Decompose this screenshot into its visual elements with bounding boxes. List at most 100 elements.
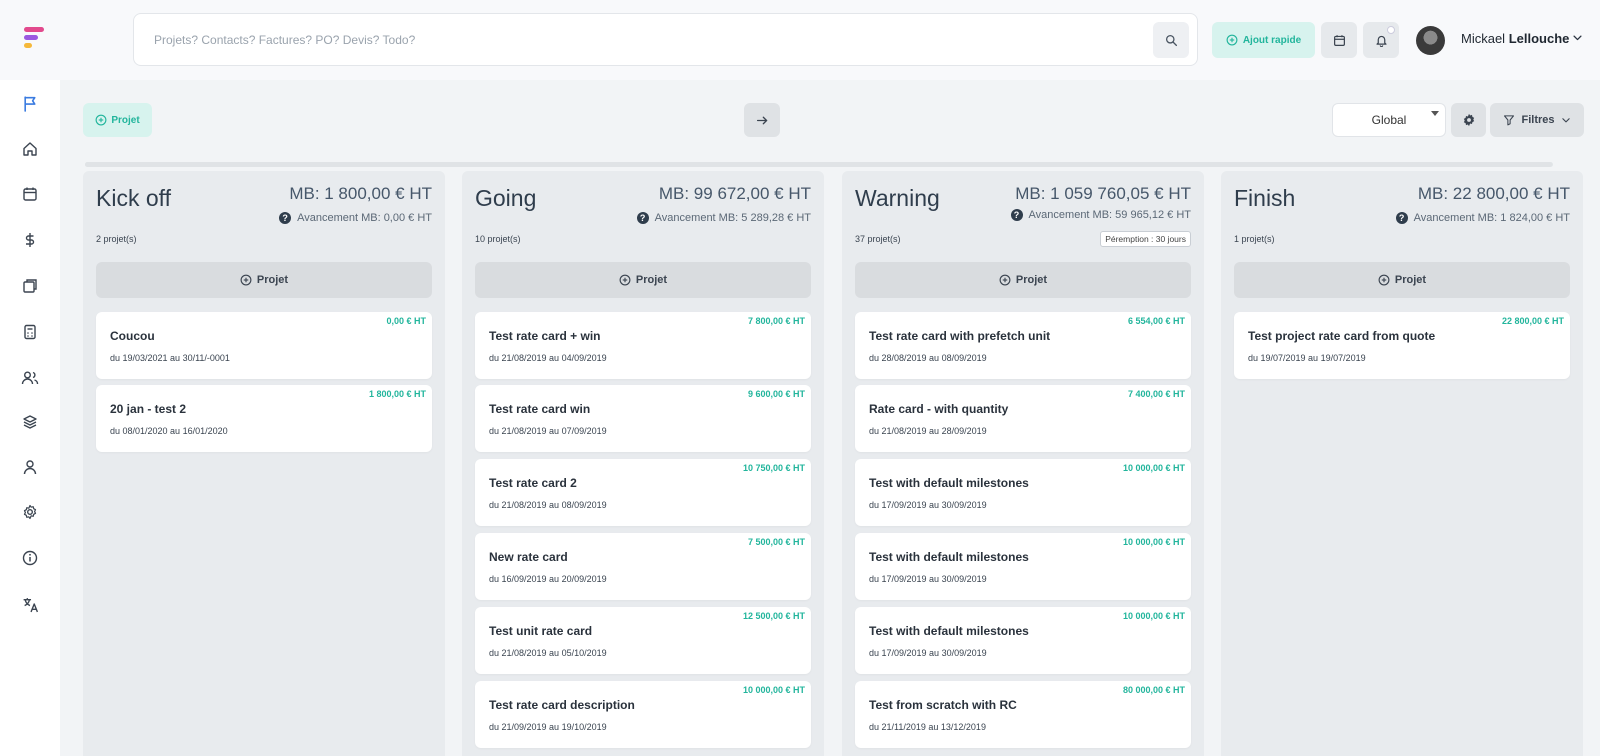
sidebar-item-contacts[interactable] <box>19 367 41 389</box>
users-icon <box>21 371 39 385</box>
scrollbar-thumb[interactable] <box>85 162 1552 167</box>
filters-button[interactable]: Filtres <box>1490 103 1584 137</box>
project-card[interactable]: 10 000,00 € HT Test rate card descriptio… <box>475 681 811 748</box>
column-add-project-button[interactable]: Projet <box>1234 262 1570 298</box>
project-card[interactable]: 7 400,00 € HT Rate card - with quantity … <box>855 385 1191 452</box>
card-amount: 10 000,00 € HT <box>1122 611 1185 621</box>
project-card[interactable]: 0,00 € HT Coucou du 19/03/2021 au 30/11/… <box>96 312 432 379</box>
sidebar-item-home[interactable] <box>19 138 41 160</box>
sidebar-item-language[interactable] <box>19 593 41 615</box>
project-card[interactable]: 7 800,00 € HT Test rate card + win du 21… <box>475 312 811 379</box>
project-card[interactable]: 80 000,00 € HT Test from scratch with RC… <box>855 681 1191 748</box>
help-icon[interactable]: ? <box>1010 209 1023 221</box>
sidebar-item-finance[interactable] <box>19 229 41 251</box>
card-amount: 9 600,00 € HT <box>747 389 805 399</box>
layers-icon <box>23 415 37 429</box>
user-name[interactable]: Mickael Lellouche <box>1461 31 1569 46</box>
sidebar-item-accounting[interactable] <box>19 321 41 343</box>
search-icon <box>1165 34 1177 46</box>
sidebar-item-settings[interactable] <box>19 501 41 523</box>
avancement-text: Avancement MB: 59 965,12 € HT <box>1028 209 1191 221</box>
card-dates: du 21/08/2019 au 07/09/2019 <box>489 426 607 436</box>
column-kick-off: Kick off MB: 1 800,00 € HT ? Avancement M… <box>83 171 445 756</box>
quick-add-button[interactable]: Ajout rapide <box>1212 22 1315 58</box>
column-warning: Warning MB: 1 059 760,05 € HT ? Avancemen… <box>842 171 1204 756</box>
card-dates: du 28/08/2019 au 08/09/2019 <box>869 353 987 363</box>
project-card[interactable]: 6 554,00 € HT Test rate card with prefet… <box>855 312 1191 379</box>
project-card[interactable]: 10 750,00 € HT Test rate card 2 du 21/08… <box>475 459 811 526</box>
board-settings-button[interactable] <box>1451 103 1486 137</box>
column-mb: MB: 22 800,00 € HT <box>1417 184 1570 203</box>
project-card[interactable]: 9 600,00 € HT Test rate card win du 21/0… <box>475 385 811 452</box>
card-name: 20 jan - test 2 <box>110 402 187 416</box>
column-count: 10 projet(s) <box>475 234 521 244</box>
card-name: Test with default milestones <box>869 550 1029 564</box>
column-mb: MB: 99 672,00 € HT <box>658 184 811 203</box>
plus-circle-icon <box>999 274 1011 286</box>
sidebar-item-info[interactable] <box>19 547 41 569</box>
sidebar-item-profile[interactable] <box>19 456 41 478</box>
global-search <box>133 13 1198 66</box>
project-card[interactable]: 10 000,00 € HT Test with default milesto… <box>855 607 1191 674</box>
card-name: Rate card - with quantity <box>869 402 1009 416</box>
translate-icon <box>23 597 38 612</box>
calendar-button[interactable] <box>1321 22 1357 58</box>
app-logo[interactable] <box>24 27 44 49</box>
project-card[interactable]: 1 800,00 € HT 20 jan - test 2 du 08/01/2… <box>96 385 432 452</box>
card-name: Test project rate card from quote <box>1248 329 1436 343</box>
user-icon <box>23 460 37 475</box>
horizontal-scrollbar[interactable] <box>85 162 1553 167</box>
folders-icon <box>23 279 37 293</box>
sidebar-item-documents[interactable] <box>19 275 41 297</box>
user-first-name: Mickael <box>1461 31 1506 46</box>
card-amount: 10 000,00 € HT <box>1122 463 1185 473</box>
search-button[interactable] <box>1153 22 1189 58</box>
add-project-button[interactable]: Projet <box>83 103 152 137</box>
card-dates: du 21/08/2019 au 28/09/2019 <box>869 426 987 436</box>
help-icon[interactable]: ? <box>1395 212 1408 224</box>
search-input[interactable] <box>154 28 1114 52</box>
project-card[interactable]: 22 800,00 € HT Test project rate card fr… <box>1234 312 1570 379</box>
card-dates: du 19/03/2021 au 30/11/-0001 <box>110 353 230 363</box>
plus-circle-icon <box>1378 274 1390 286</box>
sidebar-item-calendar[interactable] <box>19 183 41 205</box>
plus-circle-icon <box>619 274 631 286</box>
sidebar-item-products[interactable] <box>19 411 41 433</box>
filters-label: Filtres <box>1521 114 1555 126</box>
card-amount: 10 000,00 € HT <box>742 685 805 695</box>
next-button[interactable] <box>744 103 780 137</box>
card-name: Test rate card description <box>489 698 635 712</box>
card-amount: 10 750,00 € HT <box>742 463 805 473</box>
card-dates: du 21/09/2019 au 19/10/2019 <box>489 722 607 732</box>
home-icon <box>23 142 37 156</box>
project-card[interactable]: 10 000,00 € HT Test with default milesto… <box>855 533 1191 600</box>
column-add-project-button[interactable]: Projet <box>855 262 1191 298</box>
column-add-project-button[interactable]: Projet <box>96 262 432 298</box>
avatar[interactable] <box>1416 26 1445 55</box>
card-dates: du 16/09/2019 au 20/09/2019 <box>489 574 607 584</box>
column-title: Going <box>475 185 537 211</box>
help-icon[interactable]: ? <box>279 212 292 224</box>
card-dates: du 17/09/2019 au 30/09/2019 <box>869 648 987 658</box>
top-bar: Ajout rapide Mickael Lellouche <box>0 0 1600 80</box>
peremption-badge[interactable]: Péremption : 30 jours <box>1100 231 1191 247</box>
column-add-project-button[interactable]: Projet <box>475 262 811 298</box>
card-name: Coucou <box>110 329 155 343</box>
card-name: Test rate card with prefetch unit <box>869 329 1051 343</box>
sidebar-item-projects[interactable] <box>19 92 41 114</box>
chevron-down-icon[interactable] <box>1572 32 1583 43</box>
scope-select-value: Global <box>1371 113 1407 127</box>
card-name: New rate card <box>489 550 568 564</box>
scope-select[interactable]: Global <box>1332 103 1446 137</box>
project-card[interactable]: 12 500,00 € HT Test unit rate card du 21… <box>475 607 811 674</box>
calendar-icon <box>1333 34 1345 46</box>
info-icon <box>22 550 38 566</box>
project-card[interactable]: 7 500,00 € HT New rate card du 16/09/201… <box>475 533 811 600</box>
help-icon[interactable]: ? <box>636 212 649 224</box>
avancement-text: Avancement MB: 1 824,00 € HT <box>1413 212 1570 224</box>
project-card[interactable]: 10 000,00 € HT Test with default milesto… <box>855 459 1191 526</box>
card-name: Test rate card + win <box>489 329 601 343</box>
column-title: Finish <box>1234 185 1296 211</box>
notifications-button[interactable] <box>1363 22 1399 58</box>
avancement-text: Avancement MB: 5 289,28 € HT <box>654 212 811 224</box>
